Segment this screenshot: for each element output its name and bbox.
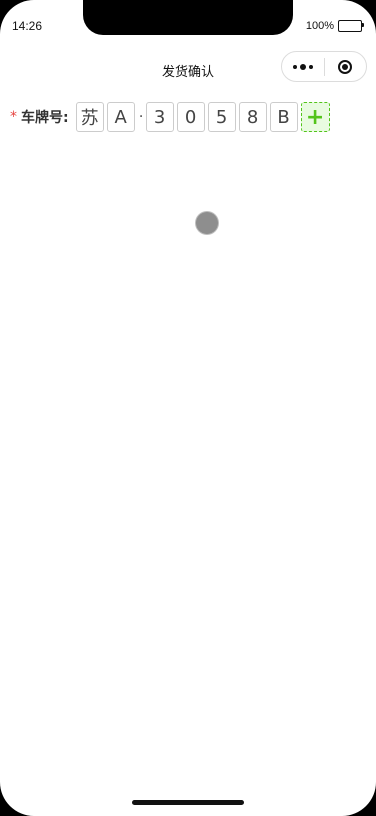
loading-spinner-icon bbox=[196, 212, 218, 234]
plate-cell-4[interactable]: 0 bbox=[176, 102, 205, 132]
plate-separator: · bbox=[138, 109, 144, 125]
plate-add-button[interactable]: + bbox=[300, 102, 330, 132]
required-mark: * bbox=[10, 109, 17, 125]
close-ring bbox=[338, 59, 353, 74]
plate-cell-letter[interactable]: A bbox=[106, 102, 135, 132]
plate-number-row: * 车牌号: 苏 A · 3 0 5 8 B + bbox=[10, 101, 330, 133]
plate-cell-3[interactable]: 3 bbox=[145, 102, 174, 132]
more-dot bbox=[293, 64, 297, 69]
more-dot bbox=[300, 63, 306, 70]
plate-cell-7[interactable]: B bbox=[269, 102, 298, 132]
phone-screen: 14:26 100% 发货确认 * 车牌号: 苏 A · 3 0 5 8 B + bbox=[0, 0, 376, 816]
plate-label: 车牌号: bbox=[21, 110, 69, 126]
battery-icon bbox=[338, 20, 364, 32]
close-circle-icon[interactable] bbox=[325, 52, 366, 81]
home-indicator[interactable] bbox=[132, 800, 244, 805]
plate-cell-5[interactable]: 5 bbox=[207, 102, 236, 132]
battery-percent: 100% bbox=[305, 20, 334, 32]
plate-cell-province[interactable]: 苏 bbox=[75, 102, 104, 132]
device-notch bbox=[83, 0, 293, 35]
more-dots-icon[interactable] bbox=[282, 52, 324, 81]
status-right: 100% bbox=[305, 20, 364, 32]
status-time: 14:26 bbox=[12, 19, 43, 33]
mini-program-capsule bbox=[281, 51, 367, 82]
more-dot bbox=[309, 64, 313, 69]
close-core bbox=[342, 63, 349, 70]
plate-cell-6[interactable]: 8 bbox=[238, 102, 267, 132]
